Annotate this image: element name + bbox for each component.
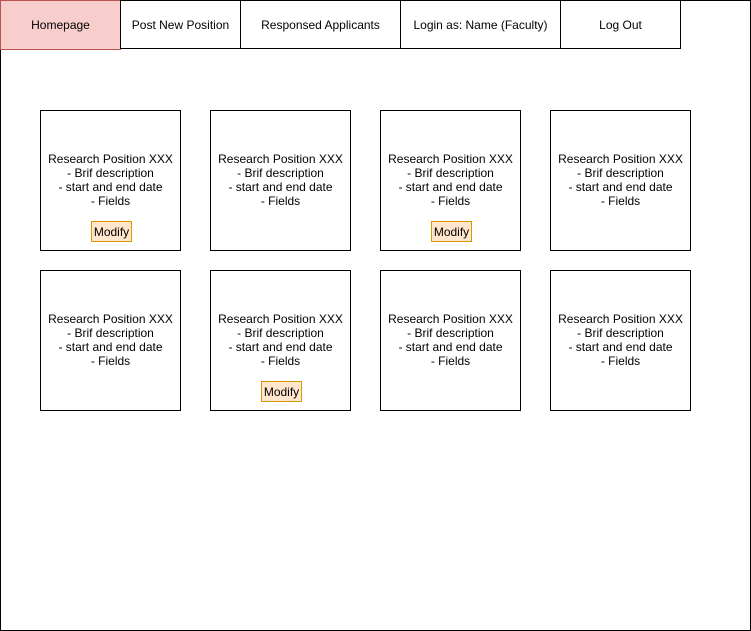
- position-card[interactable]: Research Position XXX - Brif description…: [210, 270, 351, 411]
- card-title: Research Position XXX: [218, 152, 343, 166]
- nav-tab-homepage[interactable]: Homepage: [0, 0, 121, 50]
- card-text: Research Position XXX - Brif description…: [551, 312, 690, 368]
- card-title: Research Position XXX: [48, 312, 173, 326]
- card-title: Research Position XXX: [558, 312, 683, 326]
- card-description: - Brif description: [407, 166, 494, 180]
- card-text: Research Position XXX - Brif description…: [41, 152, 180, 208]
- card-fields: - Fields: [430, 354, 471, 368]
- card-dates: - start and end date: [228, 340, 333, 354]
- login-status[interactable]: Login as: Name (Faculty): [400, 0, 561, 49]
- position-card[interactable]: Research Position XXX - Brif description…: [550, 270, 691, 411]
- position-card[interactable]: Research Position XXX - Brif description…: [40, 110, 181, 251]
- card-fields: - Fields: [260, 194, 301, 208]
- card-dates: - start and end date: [398, 340, 503, 354]
- card-description: - Brif description: [577, 166, 664, 180]
- position-card[interactable]: Research Position XXX - Brif description…: [550, 110, 691, 251]
- card-fields: - Fields: [260, 354, 301, 368]
- card-fields: - Fields: [600, 354, 641, 368]
- card-dates: - start and end date: [398, 180, 503, 194]
- nav-tab-post-new-position[interactable]: Post New Position: [120, 0, 241, 49]
- card-title: Research Position XXX: [558, 152, 683, 166]
- card-title: Research Position XXX: [388, 312, 513, 326]
- card-fields: - Fields: [90, 354, 131, 368]
- card-dates: - start and end date: [58, 180, 163, 194]
- card-text: Research Position XXX - Brif description…: [381, 152, 520, 208]
- card-description: - Brif description: [237, 326, 324, 340]
- card-fields: - Fields: [90, 194, 131, 208]
- card-dates: - start and end date: [58, 340, 163, 354]
- card-title: Research Position XXX: [48, 152, 173, 166]
- card-fields: - Fields: [600, 194, 641, 208]
- modify-button[interactable]: Modify: [261, 381, 302, 402]
- card-fields: - Fields: [430, 194, 471, 208]
- card-title: Research Position XXX: [388, 152, 513, 166]
- card-dates: - start and end date: [568, 180, 673, 194]
- logout-button[interactable]: Log Out: [560, 0, 681, 49]
- card-text: Research Position XXX - Brif description…: [211, 152, 350, 208]
- card-text: Research Position XXX - Brif description…: [41, 312, 180, 368]
- card-text: Research Position XXX - Brif description…: [211, 312, 350, 368]
- position-card[interactable]: Research Position XXX - Brif description…: [210, 110, 351, 251]
- position-card[interactable]: Research Position XXX - Brif description…: [40, 270, 181, 411]
- position-card[interactable]: Research Position XXX - Brif description…: [380, 270, 521, 411]
- card-dates: - start and end date: [568, 340, 673, 354]
- card-description: - Brif description: [577, 326, 664, 340]
- card-description: - Brif description: [67, 166, 154, 180]
- modify-button[interactable]: Modify: [431, 221, 472, 242]
- card-dates: - start and end date: [228, 180, 333, 194]
- card-description: - Brif description: [237, 166, 324, 180]
- modify-button[interactable]: Modify: [91, 221, 132, 242]
- card-text: Research Position XXX - Brif description…: [551, 152, 690, 208]
- card-description: - Brif description: [67, 326, 154, 340]
- card-description: - Brif description: [407, 326, 494, 340]
- position-card[interactable]: Research Position XXX - Brif description…: [380, 110, 521, 251]
- nav-tab-responsed-applicants[interactable]: Responsed Applicants: [240, 0, 401, 49]
- card-title: Research Position XXX: [218, 312, 343, 326]
- card-text: Research Position XXX - Brif description…: [381, 312, 520, 368]
